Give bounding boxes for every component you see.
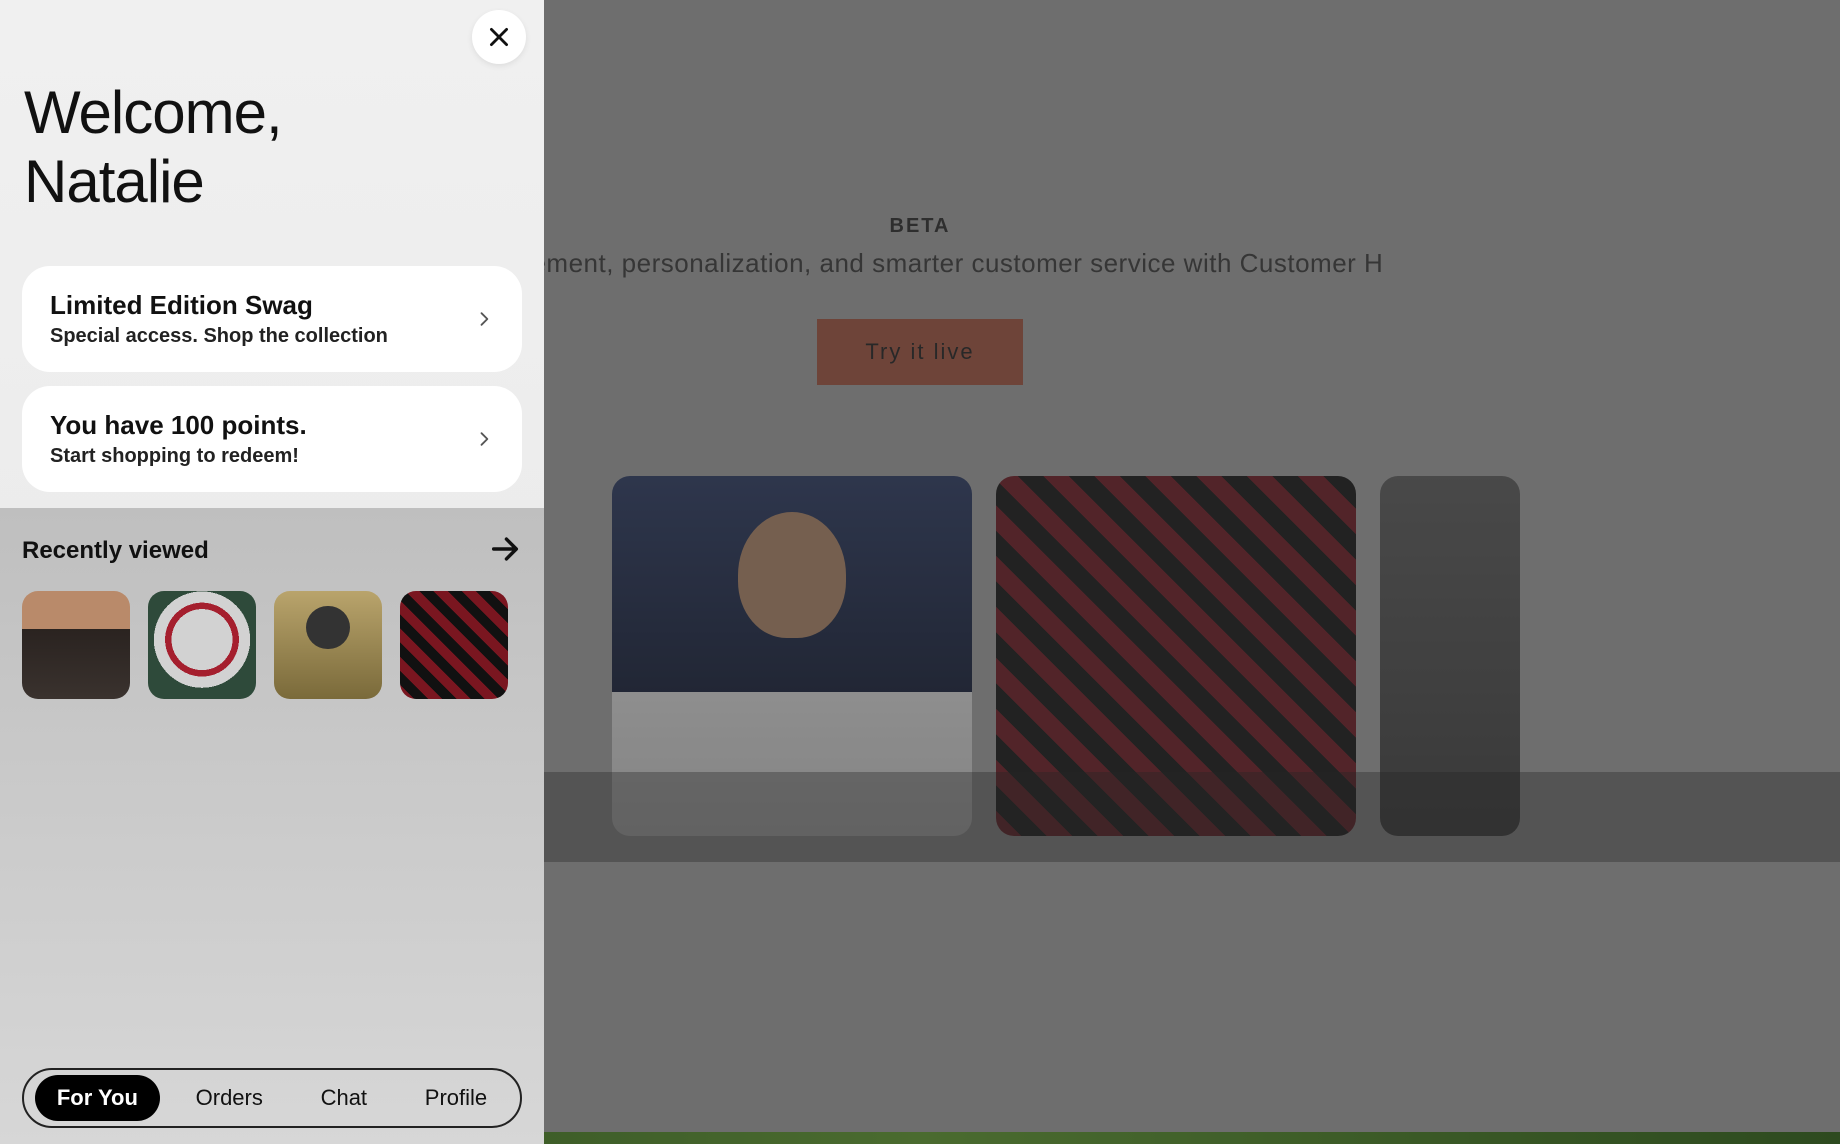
tab-chat[interactable]: Chat — [299, 1075, 389, 1121]
recently-viewed-list[interactable] — [22, 591, 522, 699]
promo-card-title: You have 100 points. — [50, 410, 307, 441]
close-button[interactable] — [472, 10, 526, 64]
close-icon — [486, 24, 512, 50]
recently-viewed-heading: Recently viewed — [22, 537, 209, 565]
recently-viewed-item[interactable] — [22, 591, 130, 699]
chevron-right-icon — [474, 429, 494, 449]
promo-card-subtitle: Special access. Shop the collection — [50, 325, 388, 348]
recently-viewed-item[interactable] — [148, 591, 256, 699]
welcome-line2: Natalie — [24, 148, 204, 215]
drawer-tab-bar: For You Orders Chat Profile — [22, 1068, 522, 1128]
promo-cards: Limited Edition Swag Special access. Sho… — [0, 216, 544, 492]
customer-hub-drawer: Welcome, Natalie Limited Edition Swag Sp… — [0, 0, 544, 1144]
welcome-line1: Welcome, — [24, 79, 282, 146]
chevron-right-icon — [474, 309, 494, 329]
promo-card-swag[interactable]: Limited Edition Swag Special access. Sho… — [22, 266, 522, 372]
tab-for-you[interactable]: For You — [35, 1075, 160, 1121]
recently-viewed-see-all-button[interactable] — [488, 532, 522, 569]
promo-card-title: Limited Edition Swag — [50, 290, 388, 321]
welcome-heading: Welcome, Natalie — [0, 0, 544, 216]
recently-viewed-item[interactable] — [400, 591, 508, 699]
tab-profile[interactable]: Profile — [403, 1075, 509, 1121]
try-it-live-button[interactable]: Try it live — [817, 319, 1022, 385]
recently-viewed-item[interactable] — [274, 591, 382, 699]
promo-card-subtitle: Start shopping to redeem! — [50, 445, 307, 468]
recently-viewed-section: Recently viewed For You Orders Chat Prof… — [0, 508, 544, 1144]
promo-card-points[interactable]: You have 100 points. Start shopping to r… — [22, 386, 522, 492]
arrow-right-icon — [488, 532, 522, 566]
tab-orders[interactable]: Orders — [174, 1075, 285, 1121]
